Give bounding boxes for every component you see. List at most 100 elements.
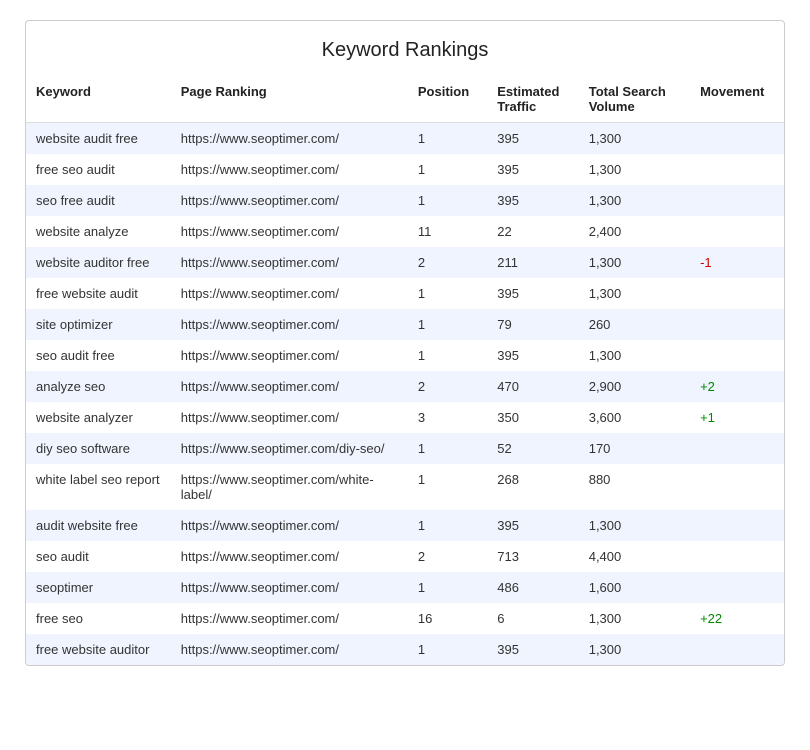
cell-position: 1 [408, 433, 487, 464]
cell-volume: 260 [579, 309, 690, 340]
cell-page: https://www.seoptimer.com/ [171, 123, 408, 155]
cell-keyword: seo audit [26, 541, 171, 572]
cell-movement [690, 340, 784, 371]
cell-traffic: 52 [487, 433, 578, 464]
table-row: audit website free https://www.seoptimer… [26, 510, 784, 541]
cell-keyword: website audit free [26, 123, 171, 155]
table-row: white label seo report https://www.seopt… [26, 464, 784, 510]
table-row: website audit free https://www.seoptimer… [26, 123, 784, 155]
cell-page: https://www.seoptimer.com/white-label/ [171, 464, 408, 510]
cell-position: 3 [408, 402, 487, 433]
keyword-rankings-container: Keyword Rankings Keyword Page Ranking Po… [25, 20, 785, 666]
cell-movement: +1 [690, 402, 784, 433]
cell-volume: 1,300 [579, 247, 690, 278]
cell-keyword: website auditor free [26, 247, 171, 278]
col-header-traffic: Estimated Traffic [487, 76, 578, 123]
cell-movement [690, 541, 784, 572]
cell-position: 1 [408, 278, 487, 309]
cell-keyword: white label seo report [26, 464, 171, 510]
cell-volume: 1,300 [579, 123, 690, 155]
cell-keyword: free seo audit [26, 154, 171, 185]
cell-page: https://www.seoptimer.com/ [171, 340, 408, 371]
cell-keyword: seo free audit [26, 185, 171, 216]
cell-volume: 1,300 [579, 154, 690, 185]
col-header-position: Position [408, 76, 487, 123]
cell-volume: 1,300 [579, 340, 690, 371]
cell-movement [690, 510, 784, 541]
cell-traffic: 22 [487, 216, 578, 247]
table-row: free seo audit https://www.seoptimer.com… [26, 154, 784, 185]
cell-traffic: 211 [487, 247, 578, 278]
table-row: free website audit https://www.seoptimer… [26, 278, 784, 309]
cell-traffic: 395 [487, 123, 578, 155]
cell-position: 1 [408, 185, 487, 216]
cell-traffic: 486 [487, 572, 578, 603]
cell-volume: 880 [579, 464, 690, 510]
cell-page: https://www.seoptimer.com/ [171, 247, 408, 278]
cell-position: 1 [408, 340, 487, 371]
cell-movement: +22 [690, 603, 784, 634]
cell-position: 1 [408, 464, 487, 510]
cell-position: 1 [408, 572, 487, 603]
cell-movement [690, 278, 784, 309]
cell-keyword: free seo [26, 603, 171, 634]
cell-movement [690, 154, 784, 185]
table-row: website analyze https://www.seoptimer.co… [26, 216, 784, 247]
cell-page: https://www.seoptimer.com/ [171, 185, 408, 216]
cell-volume: 1,300 [579, 278, 690, 309]
cell-traffic: 470 [487, 371, 578, 402]
table-row: seo audit free https://www.seoptimer.com… [26, 340, 784, 371]
cell-movement [690, 572, 784, 603]
cell-traffic: 395 [487, 340, 578, 371]
cell-volume: 4,400 [579, 541, 690, 572]
cell-volume: 2,900 [579, 371, 690, 402]
table-header-row: Keyword Page Ranking Position Estimated … [26, 76, 784, 123]
cell-movement [690, 216, 784, 247]
cell-volume: 1,300 [579, 603, 690, 634]
cell-keyword: seoptimer [26, 572, 171, 603]
col-header-volume: Total Search Volume [579, 76, 690, 123]
cell-page: https://www.seoptimer.com/ [171, 541, 408, 572]
cell-page: https://www.seoptimer.com/ [171, 154, 408, 185]
cell-position: 16 [408, 603, 487, 634]
cell-movement [690, 309, 784, 340]
cell-volume: 1,300 [579, 510, 690, 541]
cell-page: https://www.seoptimer.com/diy-seo/ [171, 433, 408, 464]
cell-volume: 1,300 [579, 185, 690, 216]
cell-keyword: free website audit [26, 278, 171, 309]
table-body: website audit free https://www.seoptimer… [26, 123, 784, 666]
cell-movement [690, 123, 784, 155]
col-header-page: Page Ranking [171, 76, 408, 123]
table-row: website auditor free https://www.seoptim… [26, 247, 784, 278]
cell-keyword: diy seo software [26, 433, 171, 464]
cell-keyword: seo audit free [26, 340, 171, 371]
cell-position: 2 [408, 371, 487, 402]
cell-traffic: 79 [487, 309, 578, 340]
cell-movement: +2 [690, 371, 784, 402]
table-row: analyze seo https://www.seoptimer.com/ 2… [26, 371, 784, 402]
cell-keyword: site optimizer [26, 309, 171, 340]
cell-traffic: 395 [487, 634, 578, 665]
cell-volume: 170 [579, 433, 690, 464]
cell-volume: 3,600 [579, 402, 690, 433]
cell-position: 2 [408, 247, 487, 278]
cell-keyword: analyze seo [26, 371, 171, 402]
cell-position: 1 [408, 309, 487, 340]
table-row: website analyzer https://www.seoptimer.c… [26, 402, 784, 433]
table-row: free website auditor https://www.seoptim… [26, 634, 784, 665]
table-row: seo free audit https://www.seoptimer.com… [26, 185, 784, 216]
col-header-movement: Movement [690, 76, 784, 123]
cell-traffic: 395 [487, 185, 578, 216]
cell-traffic: 395 [487, 154, 578, 185]
cell-volume: 1,600 [579, 572, 690, 603]
cell-position: 1 [408, 123, 487, 155]
cell-page: https://www.seoptimer.com/ [171, 603, 408, 634]
cell-movement [690, 634, 784, 665]
cell-keyword: free website auditor [26, 634, 171, 665]
cell-position: 2 [408, 541, 487, 572]
page-title: Keyword Rankings [26, 21, 784, 76]
table-row: site optimizer https://www.seoptimer.com… [26, 309, 784, 340]
cell-keyword: website analyzer [26, 402, 171, 433]
cell-traffic: 395 [487, 510, 578, 541]
cell-page: https://www.seoptimer.com/ [171, 371, 408, 402]
